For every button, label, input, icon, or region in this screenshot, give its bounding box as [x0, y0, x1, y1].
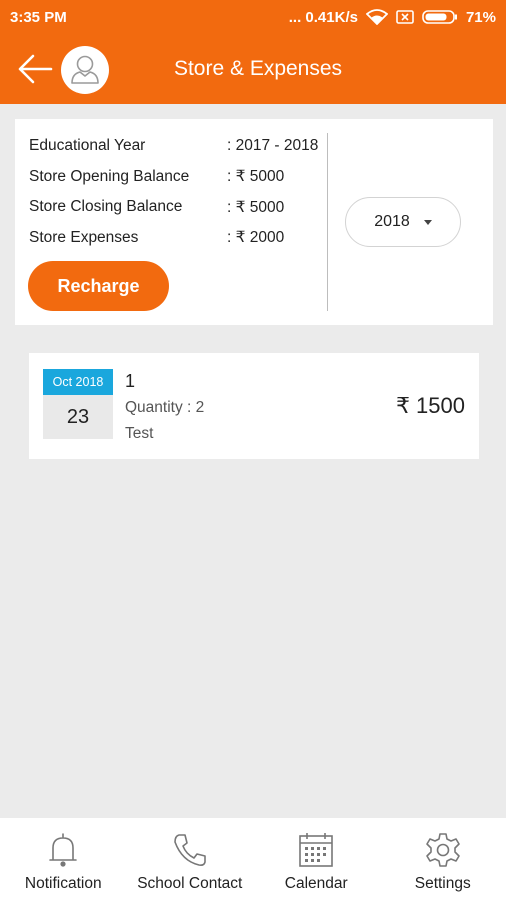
summary-value: : ₹ 2000	[227, 229, 285, 247]
battery-level: 71%	[465, 8, 496, 26]
phone-icon	[170, 830, 210, 870]
summary-label: Educational Year	[29, 137, 146, 155]
page-title: Store & Expenses	[173, 57, 343, 80]
year-dropdown[interactable]: 2018	[345, 197, 461, 247]
summary-label: Store Closing Balance	[29, 198, 183, 216]
expense-title: 1	[125, 371, 136, 391]
summary-label: Store Opening Balance	[29, 167, 190, 185]
date-badge: Oct 2018 23	[43, 369, 113, 439]
back-button[interactable]	[16, 52, 54, 86]
nav-label: Calendar	[284, 875, 348, 892]
summary-row-store-expenses: Store Expenses : ₹ 2000	[29, 223, 329, 254]
calendar-icon	[296, 830, 336, 870]
caret-down-icon	[423, 219, 432, 225]
divider	[327, 133, 328, 311]
nav-label: Notification	[24, 875, 102, 892]
status-indicators: ... 0.41K/s 71%	[289, 9, 496, 26]
nav-item-settings[interactable]: Settings	[380, 818, 506, 900]
expense-quantity: Quantity : 2	[125, 399, 205, 416]
nav-item-school-contact[interactable]: School Contact	[127, 818, 254, 900]
date-day: 23	[43, 395, 113, 439]
expense-amount: ₹ 1500	[395, 393, 465, 418]
summary-rows: Educational Year : 2017 - 2018 Store Ope…	[29, 131, 329, 253]
nav-label: Settings	[414, 875, 471, 892]
avatar[interactable]	[61, 46, 109, 94]
summary-label: Store Expenses	[29, 228, 139, 246]
bottom-navigation: Notification School Contact Calendar Set…	[0, 818, 506, 900]
network-speed: ... 0.41K/s	[288, 8, 358, 26]
user-avatar-icon	[71, 55, 99, 84]
sim-icon	[396, 10, 414, 24]
arrow-left-icon	[18, 54, 53, 84]
wifi-icon	[365, 9, 388, 25]
gear-icon	[423, 830, 463, 870]
recharge-button[interactable]: Recharge	[28, 261, 169, 311]
nav-item-notification[interactable]: Notification	[0, 818, 127, 900]
status-bar: 3:35 PM ... 0.41K/s 71%	[0, 0, 506, 34]
summary-value: : ₹ 5000	[227, 168, 285, 186]
expense-note: Test	[125, 425, 154, 442]
date-month: Oct 2018	[43, 369, 113, 395]
status-time: 3:35 PM	[10, 8, 67, 26]
app-bar: Store & Expenses	[0, 34, 506, 104]
nav-item-calendar[interactable]: Calendar	[253, 818, 380, 900]
summary-row-educational-year: Educational Year : 2017 - 2018	[29, 131, 329, 162]
expense-list-item[interactable]: Oct 2018 23 1 Quantity : 2 Test ₹ 1500	[29, 353, 479, 459]
bell-icon	[43, 830, 83, 870]
nav-label: School Contact	[137, 875, 243, 892]
store-summary-card: Educational Year : 2017 - 2018 Store Ope…	[15, 119, 493, 325]
summary-row-opening-balance: Store Opening Balance : ₹ 5000	[29, 162, 329, 193]
summary-value: : ₹ 5000	[227, 198, 285, 216]
battery-icon	[422, 10, 458, 24]
summary-row-closing-balance: Store Closing Balance : ₹ 5000	[29, 192, 329, 223]
year-dropdown-value: 2018	[374, 213, 410, 230]
summary-value: : 2017 - 2018	[227, 137, 319, 155]
